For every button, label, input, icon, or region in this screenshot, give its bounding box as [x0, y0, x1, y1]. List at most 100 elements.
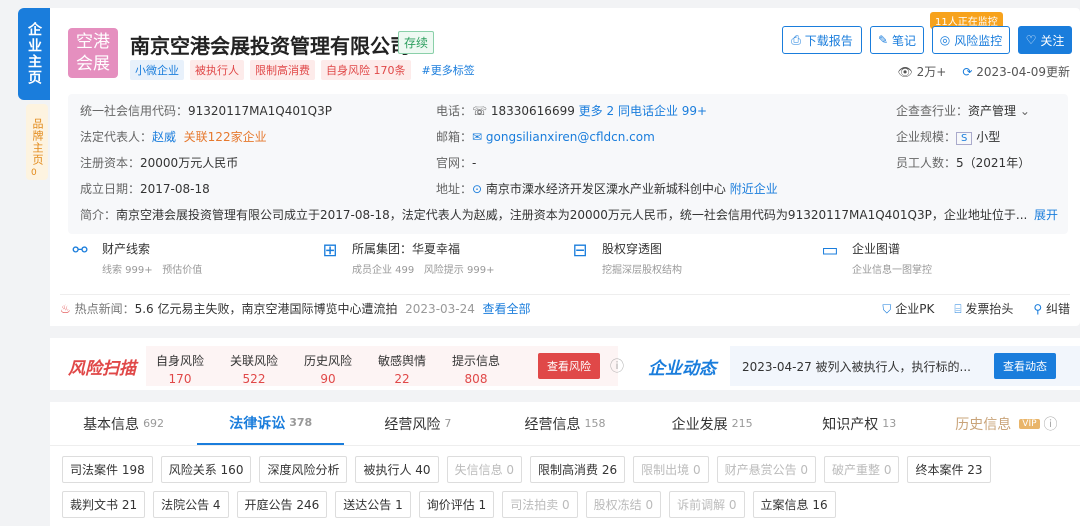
company-home-tab[interactable]: 企业主页 — [18, 8, 50, 100]
news-headline[interactable]: 5.6 亿元易主失败，南京空港国际博览中心遭流拍 — [135, 300, 398, 317]
email-link[interactable]: ✉ gongsilianxiren@cfldcn.com — [472, 130, 655, 144]
group-icon: ⊞ — [322, 240, 338, 261]
tile-sub1: 成员企业 499 — [352, 265, 415, 276]
tab-count: 13 — [882, 417, 897, 430]
view-all-news-link[interactable]: 查看全部 — [483, 300, 531, 317]
risk-value: 522 — [242, 372, 266, 386]
company-tag[interactable]: 被执行人 — [190, 60, 244, 80]
expand-link[interactable]: 展开 — [1034, 206, 1059, 223]
risk-item[interactable]: 关联风险 522 — [224, 352, 284, 386]
phone-value: 18330616699 — [490, 104, 575, 118]
company-tag[interactable]: 自身风险 170条 — [321, 60, 411, 80]
chevron-down-icon[interactable]: ⌄ — [1020, 104, 1030, 118]
risk-label: 敏感舆情 — [377, 354, 426, 368]
feature-tile[interactable]: ⚯ 财产线索 线索 999+ 预估价值 — [68, 236, 318, 284]
tab-label: 法律诉讼 — [229, 415, 286, 432]
website-value: - — [472, 156, 477, 170]
company-tag[interactable]: #更多标签 — [417, 60, 480, 80]
refresh-update[interactable]: ⟳ 2023-04-09更新 — [962, 63, 1070, 80]
tab-4[interactable]: 企业发展 215 — [639, 402, 786, 445]
sub-tab-chip: 诉前调解 0 — [669, 491, 745, 518]
info-panel: 统一社会信用代码：91320117MA1Q401Q3P 电话：☏ 1833061… — [68, 94, 1068, 234]
brand-home-label: 品牌主页 — [31, 118, 44, 166]
sub-tab-chip[interactable]: 开庭公告 246 — [236, 491, 328, 518]
views-count: 👁 2万+ — [897, 65, 947, 79]
tile-sub2: 风险提示 999+ — [423, 265, 495, 276]
risk-value: 170 — [168, 372, 192, 386]
risk-item[interactable]: 历史风险 90 — [298, 352, 358, 386]
status-badge: 存续 — [398, 31, 435, 54]
sub-tab-chip[interactable]: 立案信息 16 — [752, 491, 836, 518]
feature-tile[interactable]: ⊟ 股权穿透图 挖掘深层股权结构 — [568, 236, 818, 284]
sub-tab-chip[interactable]: 司法案件 198 — [62, 456, 153, 483]
sub-tab-chip[interactable]: 询价评估 1 — [418, 491, 495, 518]
intro-text: 南京空港会展投资管理有限公司成立于2017-08-18，法定代表人为赵威，注册资… — [116, 208, 1028, 222]
sub-tab-chip[interactable]: 送达公告 1 — [335, 491, 411, 518]
risk-label: 自身风险 — [155, 354, 204, 368]
view-risk-button[interactable]: 查看风险 — [538, 353, 600, 379]
risk-item[interactable]: 敏感舆情 22 — [372, 352, 432, 386]
risk-value: 90 — [320, 372, 336, 386]
view-dynamic-button[interactable]: 查看动态 — [994, 353, 1056, 379]
report-error-button[interactable]: ⚲ 纠错 — [1033, 300, 1070, 317]
download-report-button[interactable]: ⎙ 下载报告 — [782, 26, 862, 54]
notes-button[interactable]: ✎ 笔记 — [870, 26, 924, 54]
related-companies-link[interactable]: 关联122家企业 — [184, 130, 267, 144]
sub-tab-chip[interactable]: 法院公告 4 — [153, 491, 229, 518]
company-tag[interactable]: 小微企业 — [130, 60, 184, 80]
brand-home-tab[interactable]: 品牌主页 0 — [26, 104, 48, 180]
tab-label: 知识产权 — [822, 416, 879, 433]
sub-tab-chip[interactable]: 被执行人 40 — [355, 456, 439, 483]
tile-sub2: 预估价值 — [162, 265, 203, 276]
invoice-button[interactable]: ⌸ 发票抬头 — [954, 300, 1013, 317]
nearby-link[interactable]: 附近企业 — [730, 182, 778, 196]
help-icon[interactable]: ⓘ — [1044, 414, 1058, 434]
tab-3[interactable]: 经营信息 158 — [491, 402, 638, 445]
follow-button[interactable]: ♡ 关注 — [1018, 26, 1072, 54]
dynamic-text: 2023-04-27 被列入被执行人，执行标的... — [742, 360, 971, 374]
company-logo: 空港 会展 — [68, 28, 118, 78]
feature-tile[interactable]: ▭ 企业图谱 企业信息一图掌控 — [818, 236, 1068, 284]
risk-item[interactable]: 提示信息 808 — [446, 352, 506, 386]
side-nav: 企业主页 品牌主页 0 — [18, 8, 50, 180]
monitor-icon: ◎ — [939, 33, 951, 47]
risk-scan-logo: 风险扫描 — [68, 359, 136, 379]
sub-tab-chip[interactable]: 终本案件 23 — [907, 456, 991, 483]
company-name: 南京空港会展投资管理有限公司 — [130, 34, 410, 58]
feature-tile[interactable]: ⊞ 所属集团：华夏幸福 成员企业 499 风险提示 999+ — [318, 236, 568, 284]
company-tag[interactable]: 限制高消费 — [250, 60, 315, 80]
tab-label: 企业发展 — [671, 416, 728, 433]
credit-code: 91320117MA1Q401Q3P — [188, 104, 332, 118]
risk-bar: 风险扫描 自身风险 170 关联风险 522 历史风险 90 敏感舆情 22 提示信息 808 查… — [50, 338, 1080, 390]
tab-5[interactable]: 知识产权 13 — [786, 402, 933, 445]
same-phone-link[interactable]: 同电话企业 99+ — [618, 104, 707, 118]
tag-list: 小微企业 被执行人 限制高消费 自身风险 170条 #更多标签 — [130, 60, 480, 80]
tab-6[interactable]: 历史信息 VIP ⓘ — [933, 402, 1080, 445]
sub-tab-chip[interactable]: 裁判文书 21 — [62, 491, 146, 518]
content-tabs: 基本信息 692 法律诉讼 378 经营风险 7 经营信息 158 企业发展 215 知识产权 13 历… — [50, 402, 1080, 526]
sub-tab-chip[interactable]: 风险关系 160 — [160, 456, 252, 483]
tab-2[interactable]: 经营风险 7 — [344, 402, 491, 445]
sub-tab-chip: 失信信息 0 — [446, 456, 523, 483]
company-dynamic-logo: 企业动态 — [648, 359, 716, 379]
tab-0[interactable]: 基本信息 692 — [50, 402, 197, 445]
tab-label: 经营风险 — [384, 416, 441, 433]
risk-monitor-button[interactable]: ◎ 风险监控 — [932, 26, 1010, 54]
phone-more-link[interactable]: 更多 2 — [579, 104, 614, 118]
legal-rep-link[interactable]: 赵威 — [152, 130, 176, 144]
tab-label: 基本信息 — [83, 416, 140, 433]
company-graph-icon: ▭ — [821, 240, 839, 261]
tab-1[interactable]: 法律诉讼 378 — [197, 402, 345, 445]
address-value: 南京市溧水经济开发区溧水产业新城科创中心 — [485, 182, 726, 196]
meta-bar: 👁 2万+ ⟳ 2023-04-09更新 — [898, 63, 1070, 80]
sub-tab-chip[interactable]: 深度风险分析 — [259, 456, 348, 483]
risk-item[interactable]: 自身风险 170 — [150, 352, 210, 386]
sub-tab-chip[interactable]: 限制高消费 26 — [530, 456, 626, 483]
tile-title: 股权穿透图 — [602, 242, 663, 256]
sub-tab-chip: 司法拍卖 0 — [502, 491, 578, 518]
info-icon[interactable]: ⓘ — [610, 356, 624, 376]
tab-count: 378 — [289, 416, 313, 429]
pk-button[interactable]: ⛉ 企业PK — [882, 300, 934, 317]
tab-count: 7 — [444, 417, 452, 430]
download-icon: ⎙ — [791, 32, 801, 47]
